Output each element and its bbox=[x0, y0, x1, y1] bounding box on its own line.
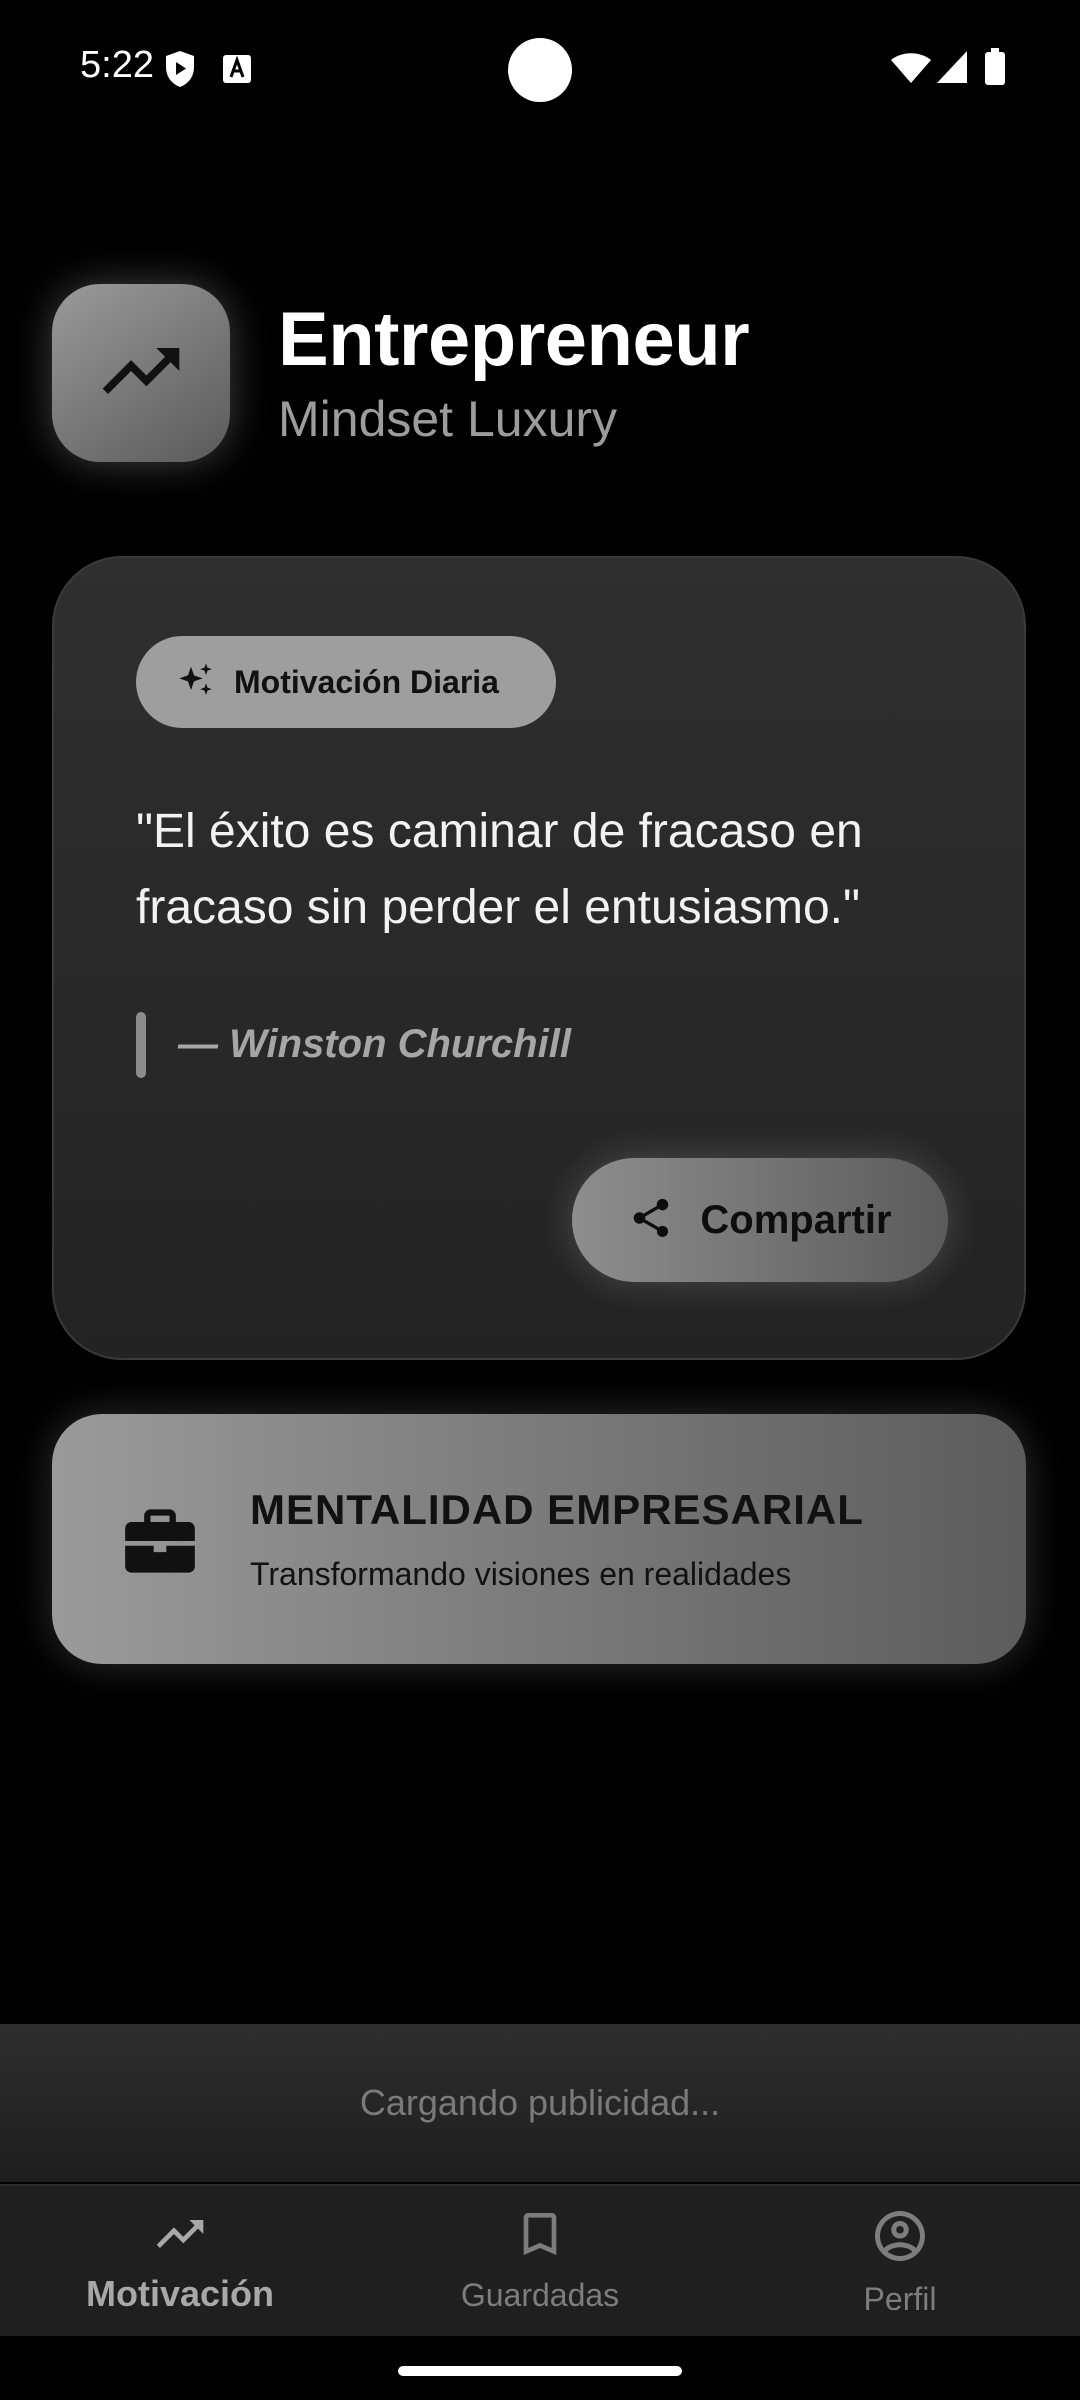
front-camera bbox=[508, 38, 572, 102]
status-bar: 5:22 bbox=[0, 0, 1080, 140]
wifi-icon bbox=[890, 52, 932, 89]
share-label: Compartir bbox=[700, 1197, 892, 1242]
ad-placeholder: Cargando publicidad... bbox=[0, 2024, 1080, 2182]
app-subtitle: Mindset Luxury bbox=[278, 391, 618, 447]
quote-card: Motivación Diaria "El éxito es caminar d… bbox=[52, 556, 1026, 1360]
briefcase-icon bbox=[122, 1506, 198, 1581]
signal-icon bbox=[936, 50, 968, 89]
shield-play-icon bbox=[164, 50, 196, 93]
quote-author: — Winston Churchill bbox=[178, 1022, 571, 1066]
share-icon bbox=[628, 1195, 674, 1246]
trending-up-icon bbox=[30, 2206, 330, 2267]
nav-item-motivacion[interactable]: Motivación bbox=[30, 2206, 330, 2326]
nav-item-guardadas[interactable]: Guardadas bbox=[390, 2206, 690, 2326]
trending-up-icon bbox=[95, 325, 187, 422]
nav-label-motivacion: Motivación bbox=[85, 2273, 274, 2314]
app-screen: 5:22 Entrepreneur Mindset Luxury Motivac… bbox=[0, 0, 1080, 2400]
author-divider bbox=[136, 1012, 146, 1078]
banner-subtitle: Transformando visiones en realidades bbox=[250, 1556, 792, 1592]
battery-icon bbox=[984, 48, 1006, 91]
nav-label-perfil: Perfil bbox=[863, 2281, 937, 2317]
bookmark-icon bbox=[390, 2206, 690, 2267]
account-circle-icon bbox=[750, 2206, 1050, 2271]
status-time: 5:22 bbox=[80, 44, 154, 86]
sparkles-icon bbox=[176, 660, 216, 705]
app-title: Entrepreneur bbox=[278, 297, 750, 382]
bottom-navigation: Motivación Guardadas Perfil bbox=[0, 2184, 1080, 2336]
entrepreneur-mindset-banner: MENTALIDAD EMPRESARIAL Transformando vis… bbox=[52, 1414, 1026, 1664]
font-a-icon bbox=[222, 54, 252, 89]
banner-title: MENTALIDAD EMPRESARIAL bbox=[250, 1486, 864, 1533]
ad-loading-text: Cargando publicidad... bbox=[359, 2082, 721, 2123]
quote-text: "El éxito es caminar de fracaso en fraca… bbox=[136, 805, 863, 934]
chip-label: Motivación Diaria bbox=[234, 663, 499, 700]
nav-label-guardadas: Guardadas bbox=[460, 2277, 620, 2313]
app-logo bbox=[52, 284, 230, 462]
daily-motivation-chip: Motivación Diaria bbox=[136, 636, 556, 728]
nav-item-perfil[interactable]: Perfil bbox=[750, 2206, 1050, 2326]
share-button[interactable]: Compartir bbox=[572, 1158, 948, 1282]
home-indicator[interactable] bbox=[398, 2366, 682, 2376]
